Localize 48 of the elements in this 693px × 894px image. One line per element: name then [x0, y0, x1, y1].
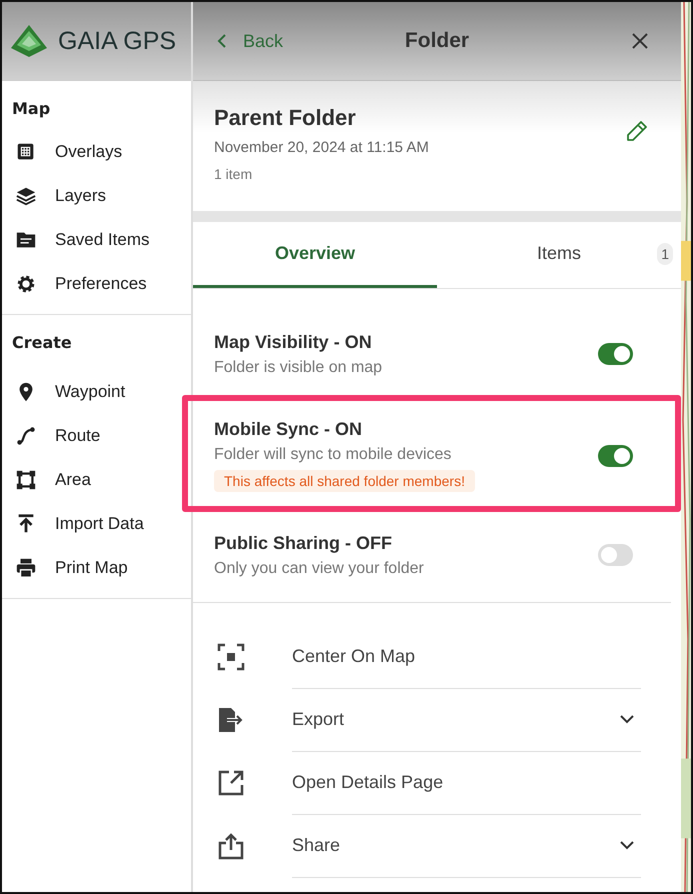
toggle-switch[interactable] — [598, 444, 633, 466]
share-icon — [217, 832, 245, 860]
action-item[interactable]: Share — [193, 814, 671, 877]
sidebar-item[interactable]: Import Data — [2, 502, 191, 546]
square-icon — [15, 469, 37, 491]
action-item[interactable]: Center On Map — [193, 625, 671, 688]
setting-title: Public Sharing - OFF — [214, 532, 394, 554]
setting-title: Map Visibility - ON — [214, 332, 373, 352]
toggle-switch[interactable] — [598, 343, 633, 365]
export-icon — [217, 706, 245, 734]
sidebar-item[interactable]: Waypoint — [2, 370, 191, 414]
action-item[interactable]: Export — [193, 688, 671, 751]
setting-description: Folder will sync to mobile devices — [214, 446, 452, 464]
setting-title: Mobile Sync - ON — [214, 419, 364, 440]
panel-title: Folder — [404, 29, 470, 53]
sidebar-item[interactable]: Preferences — [2, 262, 191, 306]
focus-icon — [217, 642, 245, 670]
folder-name: Parent Folder — [214, 105, 357, 131]
section-title: Create — [11, 332, 73, 354]
close-button[interactable] — [631, 32, 649, 50]
chevron-down-icon — [619, 840, 635, 850]
section-title: Map — [11, 98, 52, 120]
toggle-switch[interactable] — [598, 544, 633, 566]
sidebar-item[interactable]: Saved Items — [2, 218, 191, 262]
folder-date: November 20, 2024 at 11:15 AM — [214, 139, 429, 156]
tab[interactable]: Overview — [193, 222, 437, 288]
settings-icon — [15, 273, 37, 295]
printer-icon — [15, 557, 37, 579]
warning-note: This affects all shared folder members! — [214, 470, 475, 492]
setting-description: Only you can view your folder — [214, 560, 425, 578]
item-count: 1 item — [214, 166, 254, 182]
sidebar-item[interactable]: Print Map — [2, 546, 191, 590]
brand-name: GAIA GPS — [58, 26, 176, 56]
sidebar-item[interactable]: Layers — [2, 174, 191, 218]
action-item[interactable]: Open Details Page — [193, 751, 671, 814]
chevron-down-icon — [619, 714, 635, 724]
tab[interactable]: Items 1 — [437, 222, 681, 288]
edit-icon[interactable] — [625, 119, 649, 143]
route-icon — [15, 425, 37, 447]
sidebar-item[interactable]: Overlays — [2, 130, 191, 174]
sidebar-item[interactable]: Route — [2, 414, 191, 458]
sidebar-item[interactable]: Area — [2, 458, 191, 502]
external-link-icon — [217, 768, 245, 796]
layers-icon — [15, 185, 37, 207]
mountain-logo-icon — [10, 24, 48, 58]
count-badge: 1 — [657, 243, 673, 265]
setting-description: Folder is visible on map — [214, 358, 384, 376]
close-icon — [631, 32, 649, 50]
